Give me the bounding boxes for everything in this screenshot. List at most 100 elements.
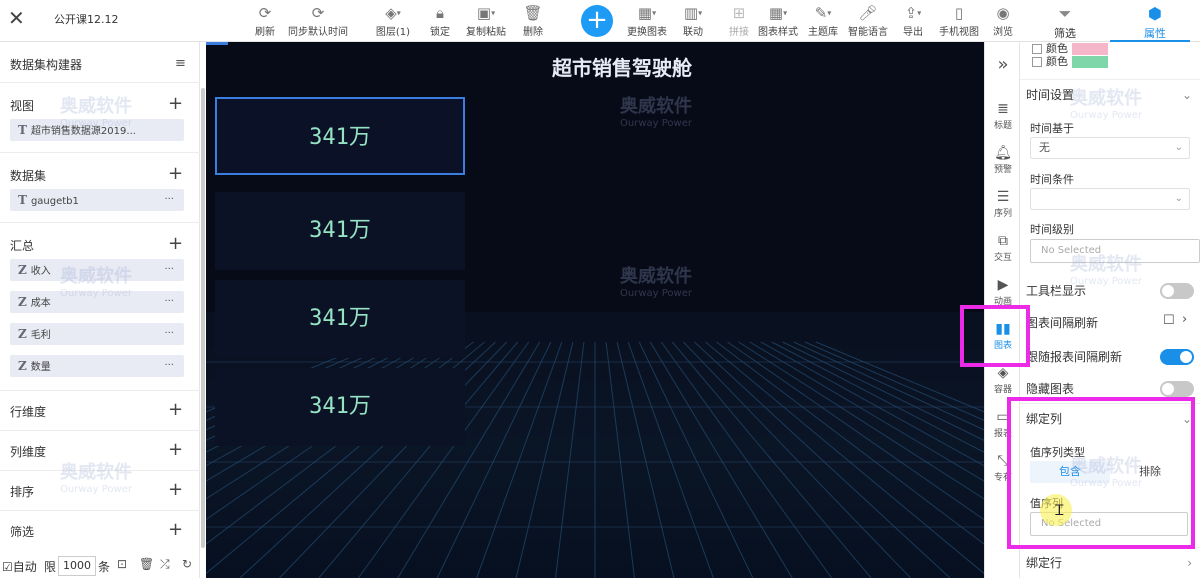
kpi-card[interactable]: 341万 [215,368,465,446]
time-level-label: 时间级别 [1030,223,1074,236]
divider [0,470,200,471]
more-icon[interactable]: ··· [164,291,174,313]
floor-grid-line [694,341,951,578]
left-panel-scrollbar[interactable] [201,88,205,548]
mic-icon: 🎤︎ [858,4,878,22]
delete-button[interactable]: 🗑︎ 删除 [510,3,556,41]
toolbar-show-toggle[interactable] [1160,283,1194,299]
change-chart-icon: ▦▾ [637,4,657,22]
add-summary-icon[interactable]: + [168,235,183,253]
view-item[interactable]: T 超市销售数据源2019... [10,119,184,141]
follow-refresh-label: 跟随报表间隔刷新 [1026,350,1123,364]
auto-checkbox[interactable]: ☑自动 [2,558,37,575]
kpi-card-selected[interactable]: 341万 [215,97,465,175]
panel-title: 数据集构建器 [10,58,83,72]
column-dimension-label: 列维度 [10,445,47,459]
floor-grid-line [638,341,754,578]
time-condition-select[interactable]: ⌄ [1030,188,1190,210]
tab-properties[interactable]: ⬢ 属性 [1125,3,1185,41]
refresh-button[interactable]: ⟳ 刷新 [242,3,288,41]
color-swatch[interactable] [1072,56,1108,68]
follow-refresh-toggle[interactable] [1160,349,1194,365]
doc-title: 公开课12.12 [54,13,119,26]
sync-default-time-button[interactable]: ⟳ 同步默认时间 [288,3,348,41]
kpi-card[interactable]: 341万 [215,280,465,358]
interaction-icon: ⧉ [998,233,1008,249]
divider [0,430,200,431]
measure-item[interactable]: Z 收入 ··· [10,259,184,281]
add-row-dimension-icon[interactable]: + [168,401,183,419]
add-view-icon[interactable]: + [168,95,183,113]
hide-chart-label: 隐藏图表 [1026,382,1075,396]
chevron-right-icon[interactable]: › [1182,312,1187,327]
limit-suffix: 条 [98,560,111,574]
time-based-select[interactable]: 无 ⌄ [1030,137,1190,159]
time-based-label: 时间基于 [1030,122,1074,135]
trash-icon[interactable]: 🗑︎ [139,557,154,571]
bind-row-header[interactable]: 绑定行 › [1020,547,1200,577]
phone-icon: ▯ [954,4,964,22]
add-dataset-icon[interactable]: + [168,165,183,183]
hide-chart-toggle[interactable] [1160,381,1194,397]
hexagon-icon: ⬢ [1148,4,1162,23]
add-chart-button[interactable]: + [581,5,613,37]
list-icon: ☰ [996,189,1010,205]
floor-grid-line [627,341,714,578]
add-filter-icon[interactable]: + [168,521,183,539]
more-icon[interactable]: ··· [164,323,174,345]
shuffle-icon[interactable]: ⤮ [160,557,170,572]
add-sort-icon[interactable]: + [168,481,183,499]
collapse-icon[interactable]: ≡ [175,56,186,71]
sync-icon: ⟳ [311,4,325,22]
add-column-dimension-icon[interactable]: + [168,441,183,459]
kpi-value: 341万 [309,306,371,331]
more-icon[interactable]: ··· [164,259,174,281]
sql-icon[interactable]: ⊡ [117,557,127,571]
floor-grid-line [616,341,675,578]
theme-icon: ✎▾ [814,4,832,22]
dataset-builder-panel: 数据集构建器 ≡ 视图 + T 超市销售数据源2019... 数据集 + Tgau… [0,42,200,578]
color-option[interactable]: 颜色 [1032,53,1108,69]
top-toolbar: ✕ 公开课12.12 ⟳ 刷新 ⟳ 同步默认时间 ◈▾ 图层(1) 🔒︎ 锁定 ▣▾ 复制… [0,0,1200,42]
kpi-card[interactable]: 341万 [215,192,465,270]
limit-input[interactable]: 1000 [58,556,96,576]
panel-footer: ☑自动 限 1000 条 ⊡ 🗑︎ ⤮ ↻ [0,556,200,578]
dashboard-canvas[interactable]: 超市销售驾驶舱 341万 341万 341万 341万 [206,42,984,578]
chart-style-icon: ▦▾ [768,4,788,22]
more-icon[interactable]: ··· [164,355,174,377]
measure-type-icon: Z [18,327,27,341]
floor-grid-line [749,341,984,482]
dataset-item[interactable]: Tgaugetb1 ··· [10,189,184,211]
tab-filter[interactable]: ⏷ 筛选 [1035,3,1095,41]
sort-label: 排序 [10,485,35,499]
refresh-icon[interactable]: ↻ [182,557,192,571]
limit-label: 限 [44,560,57,574]
browse-button[interactable]: ◉ 浏览 [983,3,1023,41]
measure-item[interactable]: Z 毛利 ··· [10,323,184,345]
category-alert[interactable]: 🔔︎ 预警 [985,144,1021,175]
floor-grid-line [515,341,574,578]
category-animation[interactable]: ▶ 动画 [985,276,1021,307]
checkbox[interactable] [1032,57,1042,67]
checkbox[interactable]: ☐ [1163,313,1175,328]
time-settings-header[interactable]: 时间设置 ⌄ [1020,79,1200,109]
divider [0,510,200,511]
close-icon[interactable]: ✕ [8,6,25,30]
highlight-box [1007,397,1195,549]
expand-icon[interactable]: » [985,56,1021,74]
measure-item[interactable]: Z 数量 ··· [10,355,184,377]
category-interaction[interactable]: ⧉ 交互 [985,232,1021,263]
divider [0,152,200,153]
text-icon: ≣ [997,101,1009,117]
floor-grid-line [716,341,984,545]
floor-grid-line [705,341,984,575]
chevron-down-icon: ⌄ [1181,88,1192,102]
measure-item[interactable]: Z 成本 ··· [10,291,184,313]
kpi-value: 341万 [309,218,371,243]
time-level-select[interactable]: No Selected [1030,239,1200,263]
chevron-down-icon: ⌄ [1174,142,1183,153]
more-icon[interactable]: ··· [164,189,174,211]
category-title[interactable]: ≣ 标题 [985,100,1021,131]
category-series[interactable]: ☰ 序列 [985,188,1021,219]
category-container[interactable]: ◈ 容器 [985,364,1021,395]
